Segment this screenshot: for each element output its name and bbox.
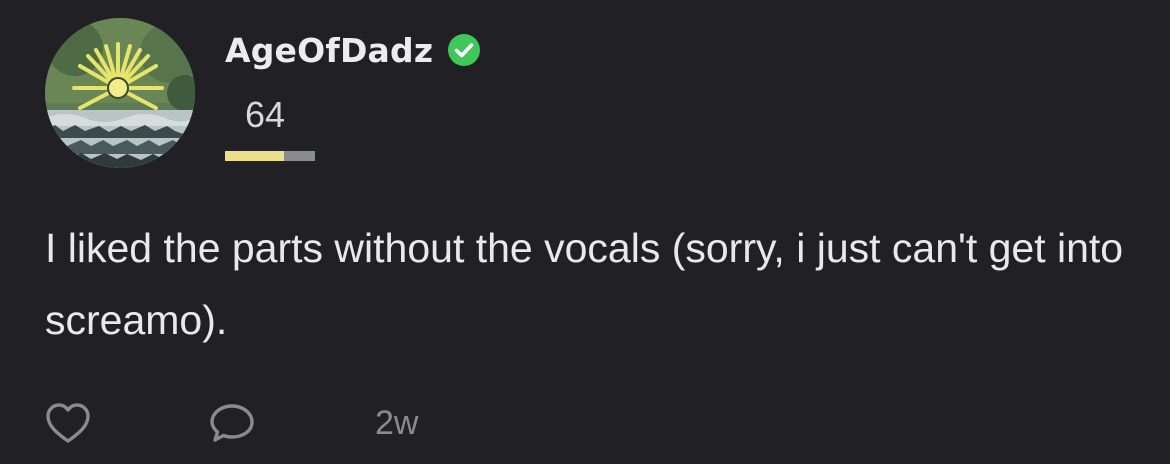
username[interactable]: AgeOfDadz xyxy=(225,31,433,70)
like-button[interactable] xyxy=(45,402,91,444)
score-bar-fill xyxy=(225,151,284,161)
comment-actions: 2w xyxy=(45,398,545,448)
comment-card: AgeOfDadz 64 I liked the parts without t… xyxy=(0,0,1170,464)
timestamp: 2w xyxy=(375,404,419,442)
sunburst-landscape-icon xyxy=(45,18,195,168)
reply-button[interactable] xyxy=(209,402,255,444)
heart-outline-icon xyxy=(46,403,90,443)
score-bar xyxy=(225,151,315,161)
avatar[interactable] xyxy=(45,18,195,168)
verified-badge-icon xyxy=(447,33,481,67)
comment-text: I liked the parts without the vocals (so… xyxy=(45,225,1124,343)
user-score: 64 xyxy=(245,94,286,135)
speech-bubble-icon xyxy=(210,404,254,442)
author-row: AgeOfDadz xyxy=(225,26,481,74)
